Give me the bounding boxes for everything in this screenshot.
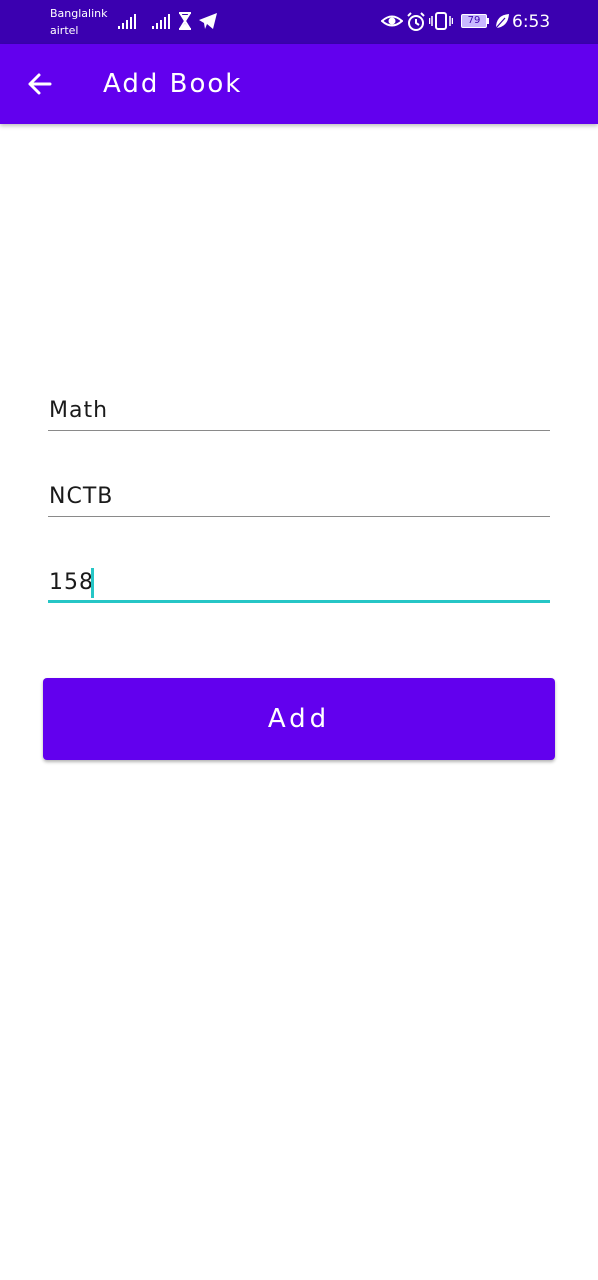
book-name-input[interactable] (48, 391, 551, 429)
battery-tip (487, 18, 489, 24)
book-name-field[interactable] (48, 391, 551, 431)
vibrate-icon (429, 12, 453, 30)
publisher-field[interactable] (48, 477, 551, 517)
arrow-back-icon[interactable] (20, 64, 60, 104)
eye-icon (381, 15, 403, 27)
signal-bars-icon (118, 14, 136, 29)
alarm-icon (407, 12, 425, 31)
status-bar: Banglalink airtel 79 6:53 (0, 0, 598, 44)
field-underline (48, 515, 550, 517)
hourglass-icon (179, 12, 191, 30)
carrier-1: Banglalink (50, 7, 108, 20)
price-field[interactable] (48, 563, 551, 603)
page-title: Add Book (103, 69, 243, 99)
telegram-icon (199, 13, 217, 29)
battery-icon: 79 (461, 14, 487, 28)
carrier-2: airtel (50, 24, 79, 37)
signal-bars-icon (152, 14, 170, 29)
back-button[interactable] (20, 64, 60, 104)
app-bar: Add Book (0, 44, 598, 124)
leaf-icon (495, 14, 509, 29)
field-underline-focused (48, 600, 550, 603)
field-underline (48, 429, 550, 431)
carrier-names: Banglalink airtel (50, 5, 108, 39)
status-time: 6:53 (512, 12, 551, 32)
add-button[interactable]: Add (43, 678, 555, 760)
text-cursor (91, 568, 94, 598)
publisher-input[interactable] (48, 477, 551, 515)
price-input[interactable] (48, 563, 551, 601)
